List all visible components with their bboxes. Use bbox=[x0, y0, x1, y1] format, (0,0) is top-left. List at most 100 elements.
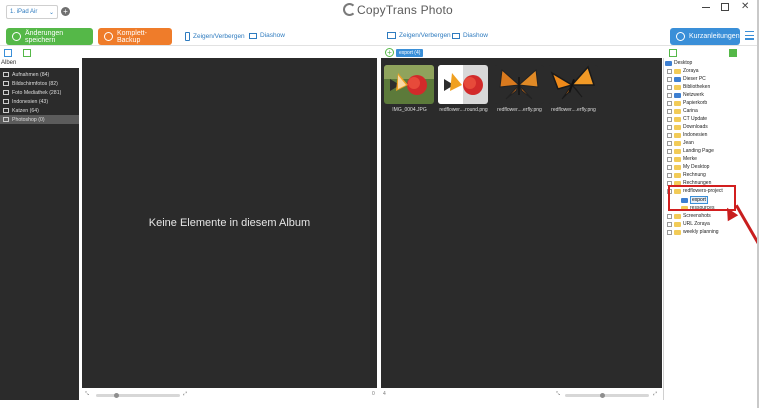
refresh-icon[interactable] bbox=[669, 49, 677, 57]
album-item[interactable]: Aufnahmen (84) bbox=[0, 70, 79, 79]
device-selector[interactable]: 1. iPad Air ⌄ bbox=[6, 5, 58, 19]
photo-thumbnail[interactable] bbox=[494, 65, 544, 104]
tree-item[interactable]: CT Update bbox=[667, 116, 707, 122]
logo-icon bbox=[343, 3, 356, 16]
tree-item[interactable]: Rechnung bbox=[667, 172, 706, 178]
expand-icon[interactable] bbox=[667, 164, 672, 170]
album-icon bbox=[3, 72, 9, 77]
expand-icon[interactable] bbox=[667, 221, 672, 227]
add-folder-icon[interactable]: + bbox=[385, 48, 394, 57]
toolbar-divider bbox=[0, 45, 759, 46]
expand-icon[interactable] bbox=[667, 76, 672, 82]
album-item[interactable]: Katzen (64) bbox=[0, 106, 79, 115]
album-item[interactable]: Bildschirmfotos (82) bbox=[0, 79, 79, 88]
expand-icon[interactable] bbox=[667, 92, 672, 98]
save-changes-button[interactable]: Änderungen speichern bbox=[6, 28, 93, 45]
tree-item[interactable]: Screenshots bbox=[667, 213, 711, 219]
device-zoom-knob[interactable] bbox=[114, 393, 119, 398]
photo-thumbnail[interactable] bbox=[438, 65, 488, 104]
tree-item[interactable]: Jean bbox=[667, 140, 694, 146]
expand-icon[interactable] bbox=[667, 108, 672, 114]
expand-icon[interactable] bbox=[667, 213, 672, 219]
pc-slideshow-label: Diashow bbox=[463, 32, 488, 39]
tree-item[interactable]: URL Zoraya bbox=[667, 221, 710, 227]
tree-item[interactable]: Merke bbox=[667, 156, 697, 162]
photo-thumbnail[interactable] bbox=[384, 65, 434, 104]
folder-icon bbox=[674, 172, 681, 178]
expand-icon[interactable] bbox=[667, 84, 672, 90]
zoom-out-icon[interactable]: ⤡ bbox=[556, 391, 560, 399]
folder-icon bbox=[674, 140, 681, 146]
app-logo: CopyTrans Photo bbox=[343, 3, 453, 21]
album-item[interactable]: Foto Mediathek (281) bbox=[0, 88, 79, 97]
pc-zoom-slider[interactable] bbox=[565, 394, 649, 397]
expand-icon[interactable] bbox=[667, 172, 672, 178]
pc-zoom-knob[interactable] bbox=[600, 393, 605, 398]
album-item-selected[interactable]: Photoshop (0) bbox=[0, 115, 79, 124]
monitor-icon bbox=[387, 32, 396, 39]
pc-slideshow-button[interactable]: Diashow bbox=[452, 32, 488, 39]
folder-icon bbox=[674, 229, 681, 235]
tree-item[interactable]: Downloads bbox=[667, 124, 708, 130]
folder-icon bbox=[674, 68, 681, 74]
tree-item[interactable]: My Desktop bbox=[667, 164, 709, 170]
device-slideshow-button[interactable]: Diashow bbox=[249, 32, 285, 39]
expand-icon[interactable] bbox=[667, 124, 672, 130]
empty-album-message: Keine Elemente in diesem Album bbox=[148, 217, 311, 229]
menu-icon[interactable] bbox=[745, 31, 754, 42]
tree-item[interactable]: Zoraya bbox=[667, 68, 699, 74]
folder-icon bbox=[674, 213, 681, 219]
album-label: Bildschirmfotos (82) bbox=[12, 80, 58, 87]
tree-item[interactable]: weekly planning bbox=[667, 229, 719, 235]
folder-icon bbox=[674, 221, 681, 227]
expand-icon[interactable] bbox=[667, 148, 672, 154]
expand-icon[interactable] bbox=[667, 116, 672, 122]
sync-icon[interactable] bbox=[23, 49, 31, 57]
folder-icon bbox=[674, 84, 681, 90]
new-album-icon[interactable] bbox=[4, 49, 12, 57]
pc-show-hide-button[interactable]: Zeigen/Verbergen bbox=[387, 32, 451, 39]
expand-icon[interactable] bbox=[667, 229, 672, 235]
device-show-hide-button[interactable]: Zeigen/Verbergen bbox=[185, 32, 245, 41]
minimize-button[interactable] bbox=[702, 7, 710, 8]
expand-icon[interactable] bbox=[667, 156, 672, 162]
expand-icon[interactable] bbox=[667, 132, 672, 138]
album-item[interactable]: Indonesien (43) bbox=[0, 97, 79, 106]
device-zoom-slider[interactable] bbox=[96, 394, 180, 397]
album-icon bbox=[3, 99, 9, 104]
chevron-down-icon: ⌄ bbox=[48, 9, 54, 16]
folder-icon bbox=[674, 124, 681, 130]
expand-icon[interactable] bbox=[667, 140, 672, 146]
tree-item[interactable]: Landing Page bbox=[667, 148, 714, 154]
album-icon bbox=[3, 108, 9, 113]
new-folder-icon[interactable] bbox=[729, 49, 737, 57]
tree-item[interactable]: Indonesien bbox=[667, 132, 707, 138]
zoom-out-icon[interactable]: ⤡ bbox=[85, 391, 89, 399]
albums-list: Aufnahmen (84) Bildschirmfotos (82) Foto… bbox=[0, 68, 79, 400]
tree-item[interactable]: Desktop bbox=[665, 60, 692, 66]
save-label: Änderungen speichern bbox=[25, 29, 64, 44]
photo-thumbnail[interactable] bbox=[548, 65, 598, 104]
desktop-folder-icon bbox=[665, 60, 672, 66]
slideshow-icon bbox=[452, 32, 460, 39]
tree-item[interactable]: Carina bbox=[667, 108, 698, 114]
album-label: Photoshop (0) bbox=[12, 116, 45, 123]
add-device-icon[interactable]: + bbox=[61, 7, 70, 16]
folder-icon bbox=[674, 132, 681, 138]
close-button[interactable]: ✕ bbox=[741, 1, 749, 12]
tree-item[interactable]: Netzwerk bbox=[667, 92, 704, 98]
tree-item[interactable]: Papierkorb bbox=[667, 100, 707, 106]
expand-icon[interactable] bbox=[667, 100, 672, 106]
butterfly-photo-icon bbox=[494, 65, 544, 104]
backup-clock-icon bbox=[104, 32, 113, 41]
zoom-in-icon[interactable]: ⤢ bbox=[183, 391, 187, 399]
maximize-button[interactable] bbox=[721, 3, 729, 11]
tree-divider bbox=[663, 58, 664, 400]
full-backup-button[interactable]: Komplett-Backup bbox=[98, 28, 172, 45]
expand-icon[interactable] bbox=[667, 68, 672, 74]
zoom-in-icon[interactable]: ⤢ bbox=[653, 391, 657, 399]
quick-guide-button[interactable]: Kurzanleitungen bbox=[670, 28, 740, 45]
current-folder-tag: export (4) bbox=[396, 49, 424, 57]
tree-item[interactable]: Bibliotheken bbox=[667, 84, 710, 90]
tree-item[interactable]: Dieser PC bbox=[667, 76, 706, 82]
